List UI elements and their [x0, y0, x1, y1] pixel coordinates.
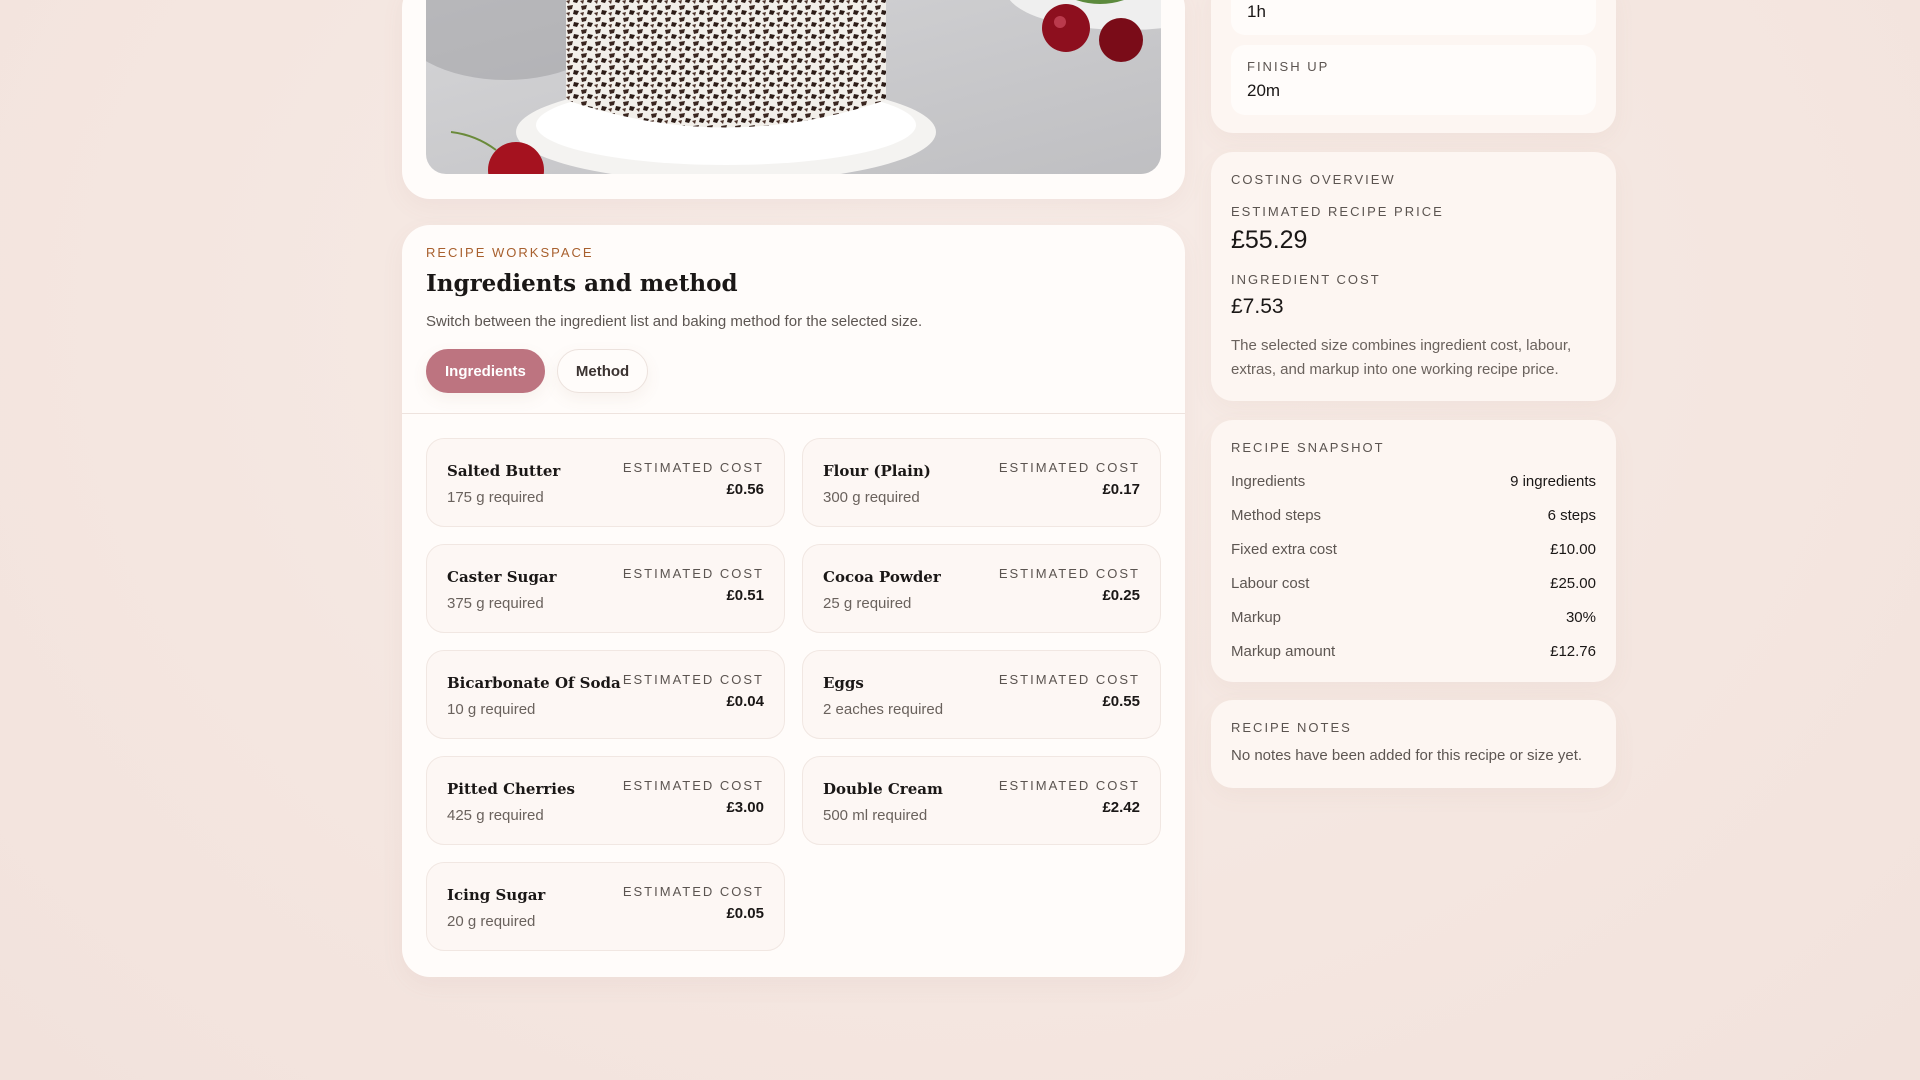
snapshot-row: Fixed extra cost £10.00 [1231, 541, 1596, 558]
ingredient-card[interactable]: Bicarbonate Of Soda 10 g required ESTIMA… [426, 650, 785, 739]
estimated-cost-label: ESTIMATED COST [622, 566, 764, 581]
snapshot-value: £12.76 [1550, 643, 1596, 660]
ingredient-name: Icing Sugar [447, 886, 546, 904]
cake-photo [426, 0, 1161, 174]
ingredient-cost-value: £7.53 [1231, 295, 1284, 318]
finish-up-label: FINISH UP [1247, 59, 1330, 74]
ingredient-cost: £0.04 [726, 693, 764, 710]
ingredient-quantity: 175 g required [447, 489, 544, 506]
costing-overview-card: COSTING OVERVIEW ESTIMATED RECIPE PRICE … [1211, 152, 1616, 401]
ingredient-quantity: 10 g required [447, 701, 536, 718]
ingredient-card[interactable]: Double Cream 500 ml required ESTIMATED C… [802, 756, 1161, 845]
ingredient-name: Cocoa Powder [823, 568, 941, 586]
ingredient-card[interactable]: Salted Butter 175 g required ESTIMATED C… [426, 438, 785, 527]
notes-title: RECIPE NOTES [1231, 720, 1352, 735]
ingredient-quantity: 375 g required [447, 595, 544, 612]
finish-up-value: 20m [1247, 81, 1281, 100]
ingredients-grid: Salted Butter 175 g required ESTIMATED C… [426, 438, 1161, 951]
ingredient-card[interactable]: Icing Sugar 20 g required ESTIMATED COST… [426, 862, 785, 951]
ingredient-quantity: 2 eaches required [823, 701, 944, 718]
snapshot-key: Ingredients [1231, 473, 1306, 490]
ingredient-name: Flour (Plain) [823, 462, 931, 480]
ingredient-name: Caster Sugar [447, 568, 557, 586]
ingredient-name: Bicarbonate Of Soda [447, 674, 621, 692]
costing-description: The selected size combines ingredient co… [1231, 337, 1572, 378]
ingredient-cost: £0.55 [1102, 693, 1140, 710]
ingredient-cost: £0.51 [726, 587, 764, 604]
tab-method[interactable]: Method [556, 349, 649, 393]
hero-card [402, 0, 1185, 199]
price-value: £55.29 [1231, 226, 1308, 254]
workspace-subtitle: Switch between the ingredient list and b… [426, 313, 923, 330]
snapshot-value: £10.00 [1550, 541, 1596, 558]
snapshot-row: Markup amount £12.76 [1231, 643, 1596, 660]
ingredient-card[interactable]: Eggs 2 eaches required ESTIMATED COST £0… [802, 650, 1161, 739]
snapshot-value: 6 steps [1547, 507, 1596, 524]
snapshot-value: 9 ingredients [1510, 473, 1596, 490]
estimated-cost-label: ESTIMATED COST [998, 460, 1140, 475]
ingredient-quantity: 300 g required [823, 489, 920, 506]
workspace-title: Ingredients and method [426, 270, 738, 297]
ingredient-cost-label: INGREDIENT COST [1231, 272, 1381, 287]
snapshot-title: RECIPE SNAPSHOT [1231, 440, 1385, 455]
ingredient-quantity: 25 g required [823, 595, 912, 612]
ingredient-cost: £3.00 [726, 799, 764, 816]
snapshot-row: Method steps 6 steps [1231, 507, 1596, 524]
price-label: ESTIMATED RECIPE PRICE [1231, 204, 1444, 219]
estimated-cost-label: ESTIMATED COST [622, 778, 764, 793]
ingredient-quantity: 500 ml required [823, 807, 928, 824]
snapshot-row: Labour cost £25.00 [1231, 575, 1596, 592]
ingredient-card[interactable]: Pitted Cherries 425 g required ESTIMATED… [426, 756, 785, 845]
estimated-cost-label: ESTIMATED COST [622, 672, 764, 687]
ingredient-card[interactable]: Caster Sugar 375 g required ESTIMATED CO… [426, 544, 785, 633]
cake-illustration [426, 0, 1161, 174]
ingredient-name: Eggs [823, 674, 864, 692]
ingredient-cost: £2.42 [1102, 799, 1140, 816]
ingredient-name: Pitted Cherries [447, 780, 575, 798]
ingredient-quantity: 20 g required [447, 913, 536, 930]
snapshot-row: Markup 30% [1231, 609, 1596, 626]
ingredient-name: Double Cream [823, 780, 943, 798]
time-value: 1h [1247, 2, 1266, 21]
ingredient-quantity: 425 g required [447, 807, 544, 824]
recipe-notes-card: RECIPE NOTES No notes have been added fo… [1211, 700, 1616, 788]
snapshot-key: Markup [1231, 609, 1282, 626]
estimated-cost-label: ESTIMATED COST [998, 566, 1140, 581]
workspace-divider [402, 413, 1185, 414]
notes-text: No notes have been added for this recipe… [1231, 747, 1583, 764]
ingredient-cost: £0.17 [1102, 481, 1140, 498]
ingredient-cost: £0.25 [1102, 587, 1140, 604]
estimated-cost-label: ESTIMATED COST [998, 672, 1140, 687]
ingredient-card[interactable]: Flour (Plain) 300 g required ESTIMATED C… [802, 438, 1161, 527]
snapshot-key: Labour cost [1231, 575, 1310, 592]
recipe-workspace-card: RECIPE WORKSPACE Ingredients and method … [402, 225, 1185, 977]
time-pill-previous: 1h [1231, 0, 1596, 35]
ingredient-card[interactable]: Cocoa Powder 25 g required ESTIMATED COS… [802, 544, 1161, 633]
estimated-cost-label: ESTIMATED COST [622, 884, 764, 899]
snapshot-key: Fixed extra cost [1231, 541, 1337, 558]
workspace-eyebrow: RECIPE WORKSPACE [426, 245, 594, 260]
snapshot-value: 30% [1565, 609, 1596, 626]
snapshot-row: Ingredients 9 ingredients [1231, 473, 1596, 490]
snapshot-key: Method steps [1231, 507, 1322, 524]
time-pill-finish-up: FINISH UP 20m [1231, 45, 1596, 115]
ingredient-name: Salted Butter [447, 462, 561, 480]
costing-title: COSTING OVERVIEW [1231, 172, 1396, 187]
estimated-cost-label: ESTIMATED COST [998, 778, 1140, 793]
snapshot-key: Markup amount [1231, 643, 1336, 660]
tab-ingredients[interactable]: Ingredients [426, 349, 545, 393]
estimated-cost-label: ESTIMATED COST [622, 460, 764, 475]
workspace-tabs: Ingredients Method [426, 349, 649, 393]
snapshot-value: £25.00 [1550, 575, 1596, 592]
timing-card: 1h FINISH UP 20m [1211, 0, 1616, 133]
ingredient-cost: £0.05 [726, 905, 764, 922]
ingredient-cost: £0.56 [726, 481, 764, 498]
recipe-snapshot-card: RECIPE SNAPSHOT Ingredients 9 ingredient… [1211, 420, 1616, 682]
